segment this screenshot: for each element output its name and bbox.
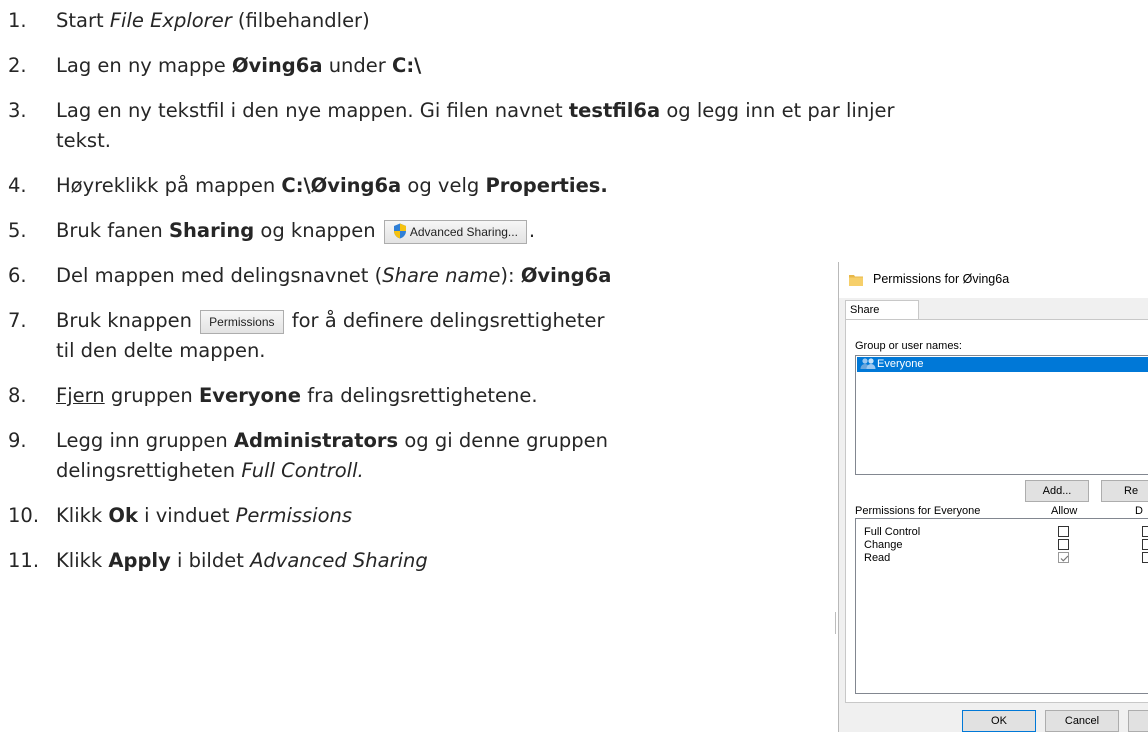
- permissions-button[interactable]: Permissions: [200, 309, 284, 334]
- step-text: og knappen: [254, 219, 382, 242]
- uac-shield-icon: [393, 223, 407, 239]
- step-number: 11.: [8, 549, 40, 572]
- allow-column-header: Allow: [1051, 505, 1078, 517]
- permissions-dialog: Permissions for Øving6a Share Permission…: [838, 262, 1148, 732]
- step-number: 5.: [8, 219, 27, 242]
- cancel-button[interactable]: Cancel: [1045, 710, 1119, 732]
- step-number: 8.: [8, 384, 27, 407]
- italic-text: Full Controll.: [241, 459, 364, 482]
- italic-text: Permissions: [235, 504, 353, 527]
- step-text: Lag en ny mappe: [56, 54, 232, 77]
- emphasis-text: Ok: [108, 504, 138, 527]
- emphasis-text: C:\Øving6a: [281, 174, 402, 197]
- table-row: Full Control: [864, 526, 921, 538]
- step-text: Bruk fanen: [56, 219, 169, 242]
- step-text: i bildet: [170, 549, 251, 572]
- step-text: Del mappen med delingsnavnet (: [56, 264, 383, 287]
- italic-text: File Explorer: [109, 9, 232, 32]
- permissions-for-label: Permissions for Everyone: [855, 505, 981, 517]
- deny-change-checkbox[interactable]: [1142, 539, 1148, 550]
- deny-column-header: D: [1135, 505, 1143, 517]
- ok-button[interactable]: OK: [962, 710, 1036, 732]
- step-number: 2.: [8, 54, 27, 77]
- step-text: under: [322, 54, 393, 77]
- underlined-text: Fjern: [56, 384, 105, 407]
- list-item-continuation: tekst.: [56, 126, 1148, 156]
- step-text: delingsrettigheten: [56, 459, 242, 482]
- step-text: i vinduet: [137, 504, 236, 527]
- step-number: 9.: [8, 429, 27, 452]
- emphasis-text: Properties.: [485, 174, 608, 197]
- list-item: 5. Bruk fanen Sharing og knappen Advanced…: [8, 216, 1148, 246]
- emphasis-text: Administrators: [233, 429, 399, 452]
- emphasis-text: Øving6a: [231, 54, 323, 77]
- list-item: 1. Start File Explorer (filbehandler): [8, 6, 1148, 36]
- tab-share-permissions[interactable]: Share Permissions: [845, 300, 919, 335]
- list-item[interactable]: Everyone: [857, 357, 1148, 372]
- deny-read-checkbox[interactable]: [1142, 552, 1148, 563]
- step-text: til den delte mappen.: [56, 339, 266, 362]
- step-number: 6.: [8, 264, 27, 287]
- group-listbox[interactable]: Everyone: [855, 355, 1148, 475]
- permissions-table: Full Control Change Read: [855, 518, 1148, 694]
- step-text: og gi denne gruppen: [398, 429, 608, 452]
- step-text: og velg: [401, 174, 486, 197]
- step-text: Start: [56, 9, 110, 32]
- step-text: Klikk: [56, 504, 109, 527]
- emphasis-text: Apply: [108, 549, 171, 572]
- allow-change-checkbox[interactable]: [1058, 539, 1069, 550]
- step-text: Legg inn gruppen: [56, 429, 234, 452]
- table-row: Change: [864, 539, 903, 551]
- step-number: 1.: [8, 9, 27, 32]
- dialog-title: Permissions for Øving6a: [873, 272, 1010, 286]
- italic-text: Share name: [382, 264, 501, 287]
- allow-full-control-checkbox[interactable]: [1058, 526, 1069, 537]
- advanced-sharing-button[interactable]: Advanced Sharing...: [383, 219, 527, 244]
- deny-full-control-checkbox[interactable]: [1142, 526, 1148, 537]
- step-text: (filbehandler): [231, 9, 370, 32]
- add-button[interactable]: Add...: [1025, 480, 1089, 502]
- remove-button[interactable]: Re: [1101, 480, 1148, 502]
- step-text: Klikk: [56, 549, 109, 572]
- step-text: for å definere delingsrettigheter: [285, 309, 605, 332]
- step-text: ):: [500, 264, 521, 287]
- step-text: og legg inn et par linjer: [660, 99, 895, 122]
- list-item-label: Everyone: [877, 358, 924, 370]
- button-label: Permissions: [209, 314, 275, 329]
- step-text: gruppen: [104, 384, 199, 407]
- apply-button[interactable]: [1128, 710, 1148, 732]
- allow-read-checkbox[interactable]: [1058, 552, 1069, 563]
- list-item: 2. Lag en ny mappe Øving6a under C:\: [8, 51, 1148, 81]
- step-text: Lag en ny tekstfil i den nye mappen. Gi …: [56, 99, 569, 122]
- step-text: tekst.: [56, 129, 111, 152]
- step-number: 7.: [8, 309, 27, 332]
- step-number: 3.: [8, 99, 27, 122]
- button-label: Advanced Sharing...: [409, 224, 518, 239]
- group-label: Group or user names:: [855, 340, 962, 352]
- folder-icon: [849, 274, 863, 289]
- step-text: Høyreklikk på mappen: [56, 174, 282, 197]
- list-item: 3. Lag en ny tekstfil i den nye mappen. G…: [8, 96, 1148, 126]
- list-item: 4. Høyreklikk på mappen C:\Øving6a og vel…: [8, 171, 1148, 201]
- step-number: 4.: [8, 174, 27, 197]
- dialog-titlebar: Permissions for Øving6a: [839, 262, 1148, 298]
- step-number: 10.: [8, 504, 40, 527]
- emphasis-text: Øving6a: [520, 264, 612, 287]
- emphasis-text: Everyone: [198, 384, 302, 407]
- italic-text: Advanced Sharing: [250, 549, 428, 572]
- emphasis-text: C:\: [392, 54, 422, 77]
- users-icon: [860, 358, 876, 375]
- step-text: Bruk knappen: [56, 309, 199, 332]
- step-text: fra delingsrettighetene.: [301, 384, 538, 407]
- step-text: .: [528, 219, 536, 242]
- table-row: Read: [864, 552, 891, 564]
- divider: [835, 612, 836, 634]
- emphasis-text: Sharing: [168, 219, 255, 242]
- emphasis-text: testfil6a: [568, 99, 661, 122]
